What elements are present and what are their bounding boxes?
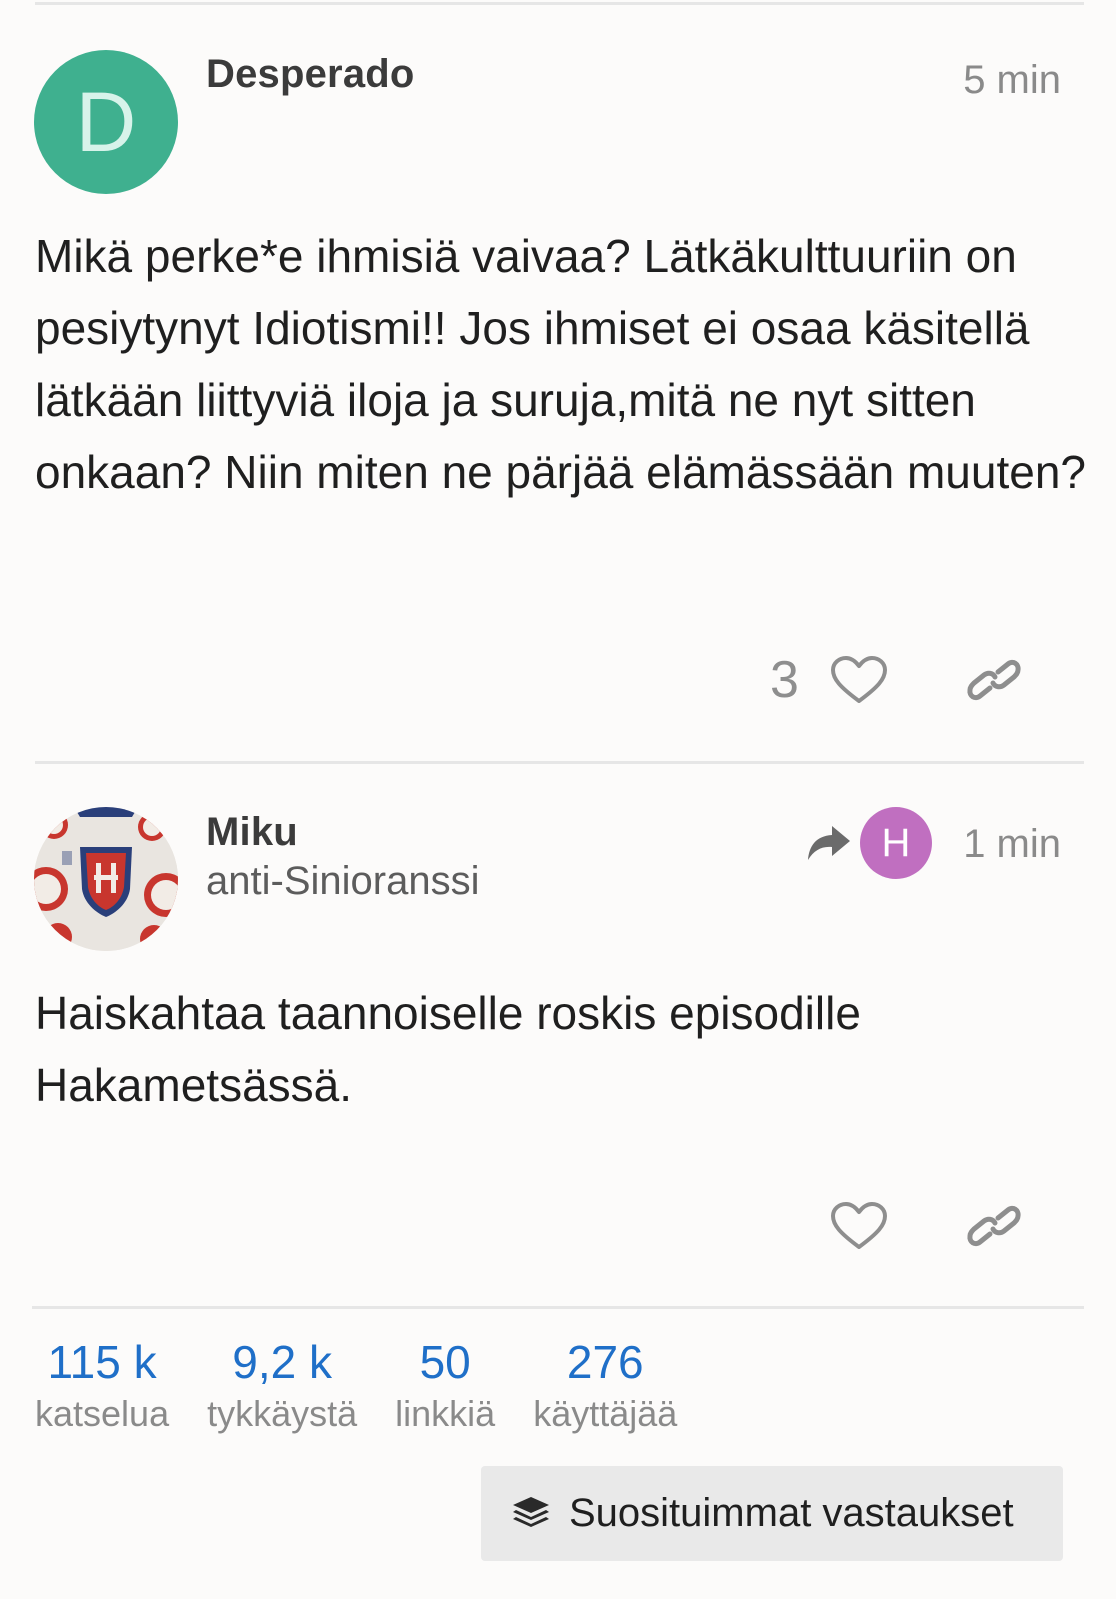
reply-to-avatar[interactable]: H xyxy=(860,807,932,879)
jersey-avatar-image xyxy=(34,807,178,951)
post-body: Mikä perke*e ihmisiä vaivaa? Lätkäkulttu… xyxy=(35,230,1086,498)
heart-icon xyxy=(831,1202,887,1249)
stat-value: 9,2 k xyxy=(232,1336,332,1388)
link-icon xyxy=(967,659,1021,701)
top-replies-label: Suosituimmat vastaukset xyxy=(569,1491,1014,1535)
divider-top xyxy=(35,2,1084,5)
heart-icon xyxy=(831,656,887,703)
stat-label: käyttäjää xyxy=(533,1393,678,1434)
link-icon xyxy=(967,1205,1021,1247)
post-author-miku[interactable]: Miku xyxy=(206,810,298,855)
topic-stats: 115 k katselua 9,2 k tykkäystä 50 linkki… xyxy=(35,1332,715,1436)
post-body: Haiskahtaa taannoiselle roskis episodill… xyxy=(35,987,861,1111)
stat-likes: 9,2 k tykkäystä xyxy=(207,1332,357,1436)
stat-label: tykkäystä xyxy=(207,1393,358,1434)
stat-links[interactable]: 50 linkkiä xyxy=(395,1332,495,1436)
divider-post xyxy=(35,761,1084,764)
post-time[interactable]: 1 min xyxy=(963,822,1061,867)
like-button[interactable] xyxy=(828,1198,890,1254)
stat-value: 50 xyxy=(419,1336,471,1388)
topic-page: D Desperado 5 min Mikä perke*e ihmisiä v… xyxy=(0,0,1116,1599)
reply-to-indicator[interactable]: H xyxy=(806,807,932,879)
user-title: anti-Sinioranssi xyxy=(206,859,480,903)
reply-arrow-icon xyxy=(808,826,850,860)
stat-views: 115 k katselua xyxy=(35,1332,169,1436)
stat-users[interactable]: 276 käyttäjää xyxy=(533,1332,677,1436)
avatar-miku[interactable] xyxy=(34,807,178,951)
post-author-desperado[interactable]: Desperado xyxy=(206,52,415,97)
top-replies-button[interactable]: Suosituimmat vastaukset xyxy=(481,1466,1063,1561)
share-link-button[interactable] xyxy=(964,1200,1024,1252)
share-link-button[interactable] xyxy=(964,654,1024,706)
layers-icon xyxy=(513,1496,549,1527)
stat-value: 115 k xyxy=(47,1336,157,1388)
avatar-desperado[interactable]: D xyxy=(34,50,178,194)
stat-label: linkkiä xyxy=(395,1393,496,1434)
stat-label: katselua xyxy=(35,1393,170,1434)
like-button[interactable] xyxy=(828,652,890,708)
divider-stats xyxy=(32,1306,1084,1309)
post-time[interactable]: 5 min xyxy=(963,58,1061,103)
stat-value: 276 xyxy=(566,1336,644,1388)
like-count[interactable]: 3 xyxy=(770,650,799,710)
